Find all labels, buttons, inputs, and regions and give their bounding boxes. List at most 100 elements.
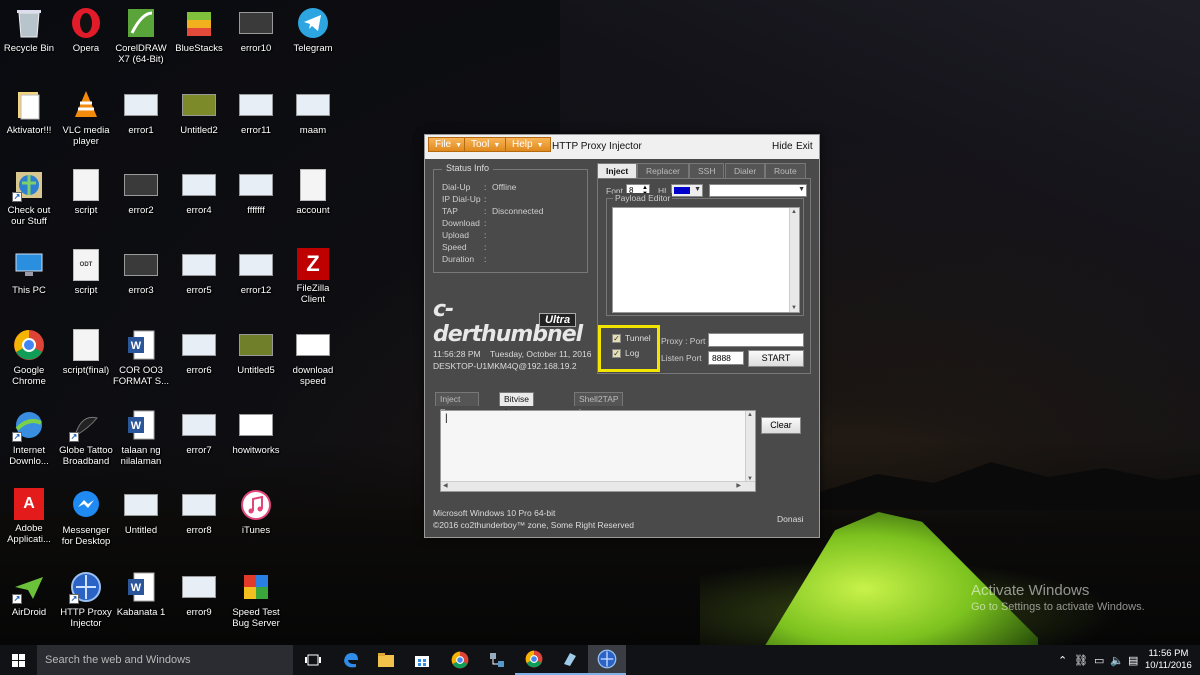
- exit-button[interactable]: Exit: [796, 141, 813, 152]
- desktop-icon-adobe[interactable]: A Adobe Applicati...: [0, 488, 58, 545]
- desktop-icon-error10[interactable]: error10: [227, 6, 285, 54]
- tab-bitvise-plink-log[interactable]: Bitvise / PLink Log: [499, 392, 535, 443]
- tab-inject[interactable]: Inject: [597, 163, 638, 178]
- desktop-icon-talaan[interactable]: W talaan ng nilalaman: [112, 408, 170, 467]
- tab-dialer[interactable]: Dialer: [725, 163, 766, 178]
- desktop-icon-error11[interactable]: error11: [227, 88, 285, 136]
- desktop-icon-howitworks[interactable]: howitworks: [227, 408, 285, 456]
- start-button[interactable]: START: [748, 350, 804, 367]
- taskbar-edge[interactable]: [332, 645, 370, 675]
- hide-button[interactable]: Hide: [772, 141, 793, 152]
- tool-menu-button[interactable]: Tool ▼: [464, 137, 508, 152]
- donasi-link[interactable]: Donasi: [777, 514, 803, 524]
- desktop-icon-untitled2[interactable]: Untitled2: [170, 88, 228, 136]
- desktop-icon-error4[interactable]: error4: [170, 168, 228, 216]
- monitor-tray-icon[interactable]: ▭: [1094, 654, 1104, 667]
- desktop-icon-fffffff[interactable]: fffffff: [227, 168, 285, 216]
- status-info-title: Status Info: [442, 163, 494, 173]
- taskbar-chrome-2[interactable]: [515, 645, 553, 675]
- desktop-icon-untitled[interactable]: Untitled: [112, 488, 170, 536]
- chrome-icon: [451, 651, 469, 669]
- action-center-icon[interactable]: ▤: [1128, 654, 1138, 667]
- tab-ssh[interactable]: SSH: [689, 163, 725, 178]
- desktop-icon-script-2[interactable]: ODT script: [57, 248, 115, 296]
- tab-shell2tap-log[interactable]: Shell2TAP Log: [574, 392, 624, 417]
- scroll-down-icon[interactable]: ▼: [791, 305, 797, 311]
- network-tray-icon[interactable]: ⛓: [1074, 654, 1088, 667]
- desktop-icon-error3[interactable]: error3: [112, 248, 170, 296]
- taskbar-bluestacks[interactable]: [551, 645, 589, 675]
- desktop-icon-script-final[interactable]: script(final): [57, 328, 115, 376]
- datetime-line: 11:56:28 PM Tuesday, October 11, 2016: [433, 349, 592, 359]
- taskbar-clock[interactable]: 11:56 PM 10/11/2016: [1145, 648, 1192, 672]
- desktop-icon-error7[interactable]: error7: [170, 408, 228, 456]
- desktop-icon-error2[interactable]: error2: [112, 168, 170, 216]
- log-horizontal-scrollbar[interactable]: ◀ ▶: [441, 481, 755, 491]
- file-menu-button[interactable]: File ▼: [428, 137, 470, 152]
- show-hidden-icons-icon[interactable]: ⌃: [1058, 654, 1067, 667]
- start-button[interactable]: [0, 645, 36, 675]
- highlight-color-picker[interactable]: ▼: [671, 184, 703, 197]
- taskbar-file-explorer[interactable]: [367, 645, 405, 675]
- desktop-icon-error9[interactable]: error9: [170, 570, 228, 618]
- desktop-icon-error1[interactable]: error1: [112, 88, 170, 136]
- payload-preset-select[interactable]: ▼: [709, 184, 807, 197]
- airdroid-icon: ↗: [12, 570, 46, 604]
- task-view-button[interactable]: [294, 645, 332, 675]
- taskbar-network-app[interactable]: [478, 645, 516, 675]
- taskbar-search-input[interactable]: Search the web and Windows: [37, 645, 293, 675]
- proxy-port-input[interactable]: [708, 333, 804, 347]
- desktop-icon-google-chrome[interactable]: Google Chrome: [0, 328, 58, 387]
- window-titlebar[interactable]: File ▼ Tool ▼ Help ▼ HTTP Proxy Injector Hi…: [425, 135, 819, 159]
- desktop-icon-bluestacks[interactable]: BlueStacks: [170, 6, 228, 54]
- desktop-icon-untitled5[interactable]: Untitled5: [227, 328, 285, 376]
- desktop-icon-kabanata[interactable]: W Kabanata 1: [112, 570, 170, 618]
- desktop-icon-this-pc[interactable]: This PC: [0, 248, 58, 296]
- desktop-icon-error5[interactable]: error5: [170, 248, 228, 296]
- tab-inject-respons[interactable]: Inject Respons: [435, 392, 479, 417]
- desktop-icon-messenger[interactable]: Messenger for Desktop: [57, 488, 115, 547]
- recycle-bin-icon: [12, 6, 46, 40]
- desktop-icon-aktivator[interactable]: Aktivator!!!: [0, 88, 58, 136]
- desktop-icon-error12[interactable]: error12: [227, 248, 285, 296]
- desktop-icon-speed-test[interactable]: Speed Test Bug Server: [227, 570, 285, 629]
- desktop-icon-airdroid[interactable]: ↗ AirDroid: [0, 570, 58, 618]
- payload-scrollbar[interactable]: ▲ ▼: [789, 208, 799, 312]
- scroll-up-icon[interactable]: ▲: [747, 412, 753, 418]
- shortcut-arrow-icon: ↗: [69, 594, 79, 604]
- taskbar-http-proxy-injector[interactable]: [588, 645, 626, 675]
- desktop-icon-script-1[interactable]: script: [57, 168, 115, 216]
- desktop-icon-maam[interactable]: maam: [284, 88, 342, 136]
- desktop-icon-filezilla[interactable]: Z FileZilla Client: [284, 248, 342, 305]
- desktop-icon-vlc[interactable]: VLC media player: [57, 88, 115, 147]
- volume-icon[interactable]: 🔈: [1110, 654, 1124, 667]
- desktop-icon-account[interactable]: account: [284, 168, 342, 216]
- log-vertical-scrollbar[interactable]: ▲ ▼: [745, 411, 755, 483]
- desktop-icon-recycle-bin[interactable]: Recycle Bin: [0, 6, 58, 54]
- desktop-icon-itunes[interactable]: iTunes: [227, 488, 285, 536]
- desktop-icon-error8[interactable]: error8: [170, 488, 228, 536]
- desktop-icon-telegram[interactable]: Telegram: [284, 6, 342, 54]
- scroll-up-icon[interactable]: ▲: [791, 209, 797, 215]
- help-menu-button[interactable]: Help ▼: [505, 137, 551, 152]
- edge-icon: [344, 653, 358, 668]
- desktop-icon-coreldraw[interactable]: CorelDRAW X7 (64-Bit): [112, 6, 170, 65]
- scroll-left-icon[interactable]: ◀: [443, 482, 448, 489]
- desktop-icon-download-speed[interactable]: download speed: [284, 328, 342, 387]
- clear-button[interactable]: Clear: [761, 417, 801, 434]
- taskbar-store[interactable]: [403, 645, 441, 675]
- listen-port-input[interactable]: 8888: [708, 351, 744, 365]
- tab-replacer[interactable]: Replacer: [637, 163, 690, 178]
- desktop-icon-check-out[interactable]: ↗ Check out our Stuff: [0, 168, 58, 227]
- taskbar-chrome-1[interactable]: [441, 645, 479, 675]
- desktop-icon-opera[interactable]: Opera: [57, 6, 115, 54]
- tab-route[interactable]: Route: [765, 163, 806, 178]
- scroll-right-icon[interactable]: ▶: [736, 482, 741, 489]
- desktop-icon-error6[interactable]: error6: [170, 328, 228, 376]
- payload-editor-textarea[interactable]: ▲ ▼: [612, 207, 800, 313]
- log-textarea[interactable]: | ▲ ▼ ◀ ▶: [440, 410, 756, 492]
- desktop-icon-cor-format[interactable]: W COR OO3 FORMAT S...: [112, 328, 170, 387]
- desktop-icon-internet-download[interactable]: ↗ Internet Downlo...: [0, 408, 58, 467]
- desktop-icon-http-proxy-injector[interactable]: ↗ HTTP Proxy Injector: [57, 570, 115, 629]
- desktop-icon-globe-tattoo[interactable]: ↗ Globe Tattoo Broadband: [57, 408, 115, 467]
